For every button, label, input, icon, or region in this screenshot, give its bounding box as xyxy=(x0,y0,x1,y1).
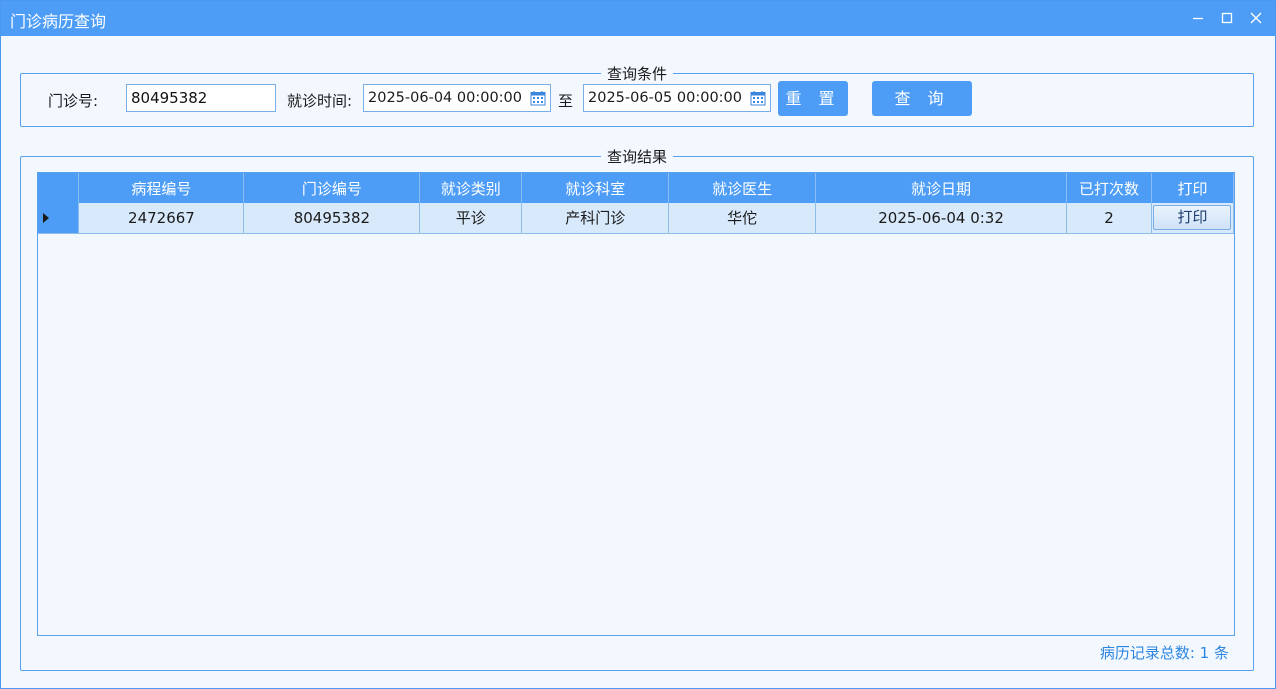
end-date-value: 2025-06-05 00:00:00 xyxy=(588,90,742,106)
row-pointer-icon xyxy=(43,212,49,223)
row-selector[interactable] xyxy=(38,203,80,234)
row-header-corner xyxy=(38,173,80,203)
clinic-no-label: 门诊号: xyxy=(48,92,99,110)
maximize-icon xyxy=(1221,12,1233,24)
minimize-button[interactable] xyxy=(1187,7,1209,29)
start-date-picker[interactable]: 2025-06-04 00:00:00 xyxy=(363,84,551,112)
result-legend: 查询结果 xyxy=(606,148,667,166)
filter-legend: 查询条件 xyxy=(606,65,667,83)
column-header[interactable]: 就诊类别 xyxy=(419,173,523,203)
column-header[interactable]: 已打次数 xyxy=(1066,173,1152,203)
query-button[interactable]: 查 询 xyxy=(872,81,972,116)
column-header[interactable]: 门诊编号 xyxy=(243,173,421,203)
column-header[interactable]: 打印 xyxy=(1151,173,1235,203)
table-row[interactable]: 2472667 80495382 平诊 产科门诊 华佗 2025-06-04 0… xyxy=(38,203,1235,234)
calendar-icon[interactable] xyxy=(530,90,546,106)
print-button[interactable]: 打印 xyxy=(1153,205,1232,231)
app-window: 门诊病历查询 查询条件 门诊号: 就诊时间: 2025-06-04 00:00:… xyxy=(0,0,1276,689)
cell-doctor[interactable]: 华佗 xyxy=(668,203,817,234)
header-row: 病程编号 门诊编号 就诊类别 就诊科室 就诊医生 就诊日期 已打次数 打印 xyxy=(38,173,1235,203)
cell-visit-type[interactable]: 平诊 xyxy=(419,203,523,234)
column-header[interactable]: 就诊科室 xyxy=(521,173,670,203)
window-title: 门诊病历查询 xyxy=(10,12,107,31)
cell-visit-date[interactable]: 2025-06-04 0:32 xyxy=(815,203,1067,234)
reset-button[interactable]: 重 置 xyxy=(778,81,848,116)
clinic-no-input[interactable] xyxy=(126,84,276,112)
title-bar[interactable]: 门诊病历查询 xyxy=(1,1,1275,36)
column-header[interactable]: 就诊医生 xyxy=(668,173,817,203)
start-date-value: 2025-06-04 00:00:00 xyxy=(368,90,522,106)
results-table: 病程编号 门诊编号 就诊类别 就诊科室 就诊医生 就诊日期 已打次数 打印 24… xyxy=(38,173,1235,234)
close-icon xyxy=(1250,12,1262,24)
column-header[interactable]: 就诊日期 xyxy=(815,173,1067,203)
visit-time-label: 就诊时间: xyxy=(287,92,353,110)
minimize-icon xyxy=(1193,17,1203,20)
column-header[interactable]: 病程编号 xyxy=(78,173,245,203)
cell-clinic-no[interactable]: 80495382 xyxy=(243,203,421,234)
to-label: 至 xyxy=(558,92,574,110)
maximize-button[interactable] xyxy=(1216,7,1238,29)
results-grid[interactable]: 病程编号 门诊编号 就诊类别 就诊科室 就诊医生 就诊日期 已打次数 打印 24… xyxy=(37,172,1235,636)
cell-department[interactable]: 产科门诊 xyxy=(521,203,670,234)
cell-case-no[interactable]: 2472667 xyxy=(78,203,245,234)
close-button[interactable] xyxy=(1245,7,1267,29)
calendar-icon[interactable] xyxy=(750,90,766,106)
end-date-picker[interactable]: 2025-06-05 00:00:00 xyxy=(583,84,771,112)
total-records-label: 病历记录总数: 1 条 xyxy=(1099,644,1229,662)
cell-print-count[interactable]: 2 xyxy=(1066,203,1152,234)
cell-print: 打印 xyxy=(1151,203,1235,234)
